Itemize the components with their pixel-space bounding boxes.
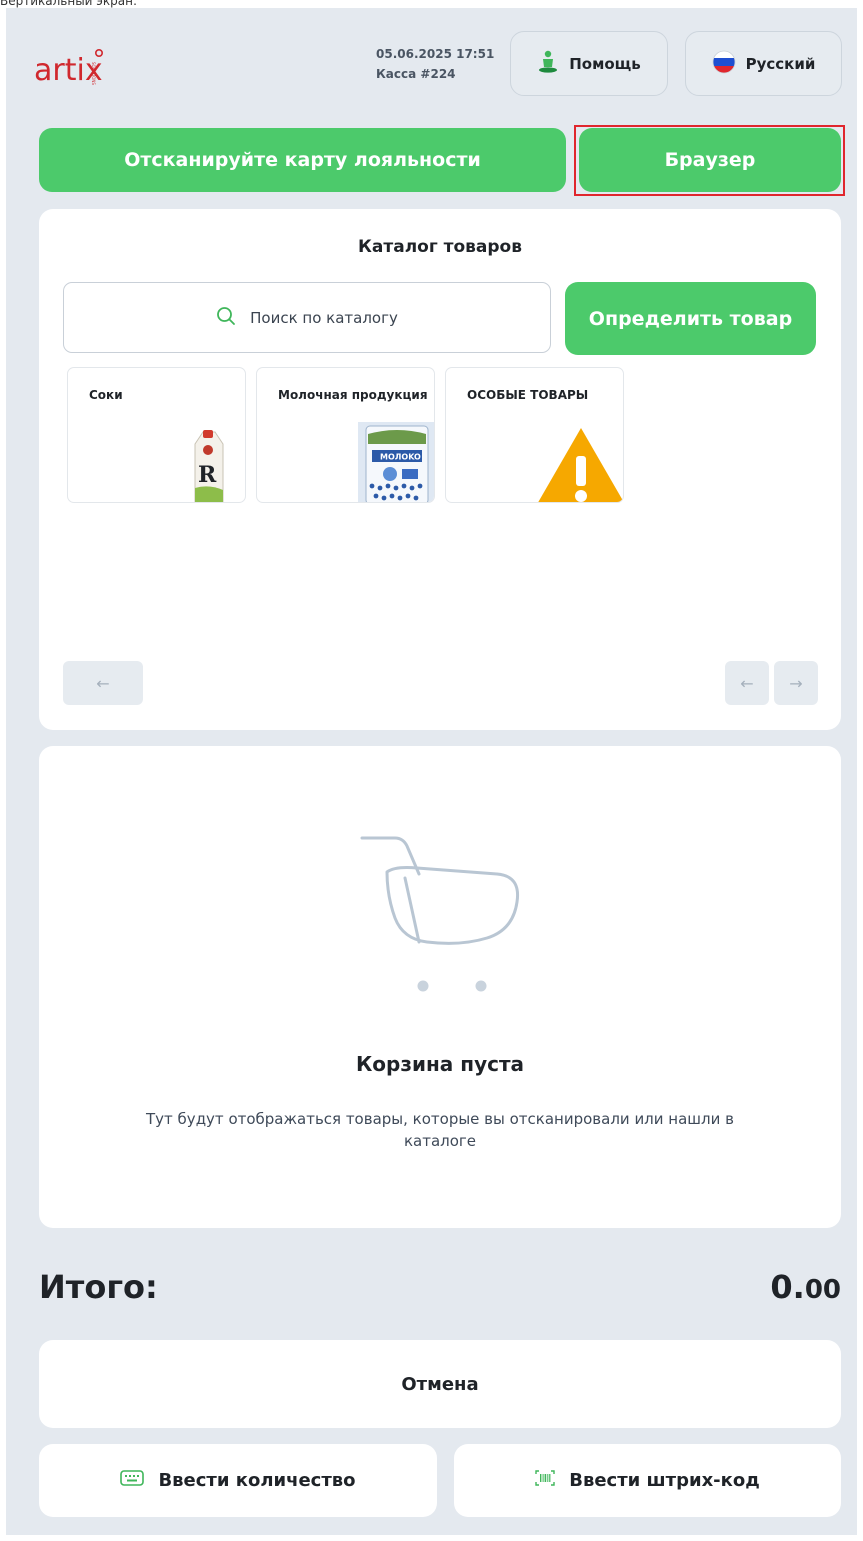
total-amount-main: 0. [770, 1268, 805, 1306]
total-amount: 0.00 [770, 1268, 841, 1306]
catalog-search-input[interactable]: Поиск по каталогу [63, 282, 551, 353]
keyboard-icon [120, 1470, 145, 1491]
quantity-label: Ввести количество [158, 1470, 356, 1491]
cart-panel: Корзина пуста Тут будут отображаться тов… [39, 746, 841, 1228]
register-text: Касса #224 [376, 67, 456, 81]
browser-label: Браузер [664, 149, 756, 171]
total-amount-cents: 00 [804, 1275, 841, 1305]
barcode-icon [535, 1470, 555, 1491]
datetime-text: 05.06.2025 17:51 [376, 47, 495, 61]
category-tile-dairy[interactable]: Молочная продукция MOЛOKO [256, 367, 435, 503]
catalog-title: Каталог товаров [358, 237, 522, 257]
cart-empty-title: Корзина пуста [355, 1052, 525, 1076]
catalog-back-button[interactable]: ← [63, 661, 143, 705]
catalog-panel: Каталог товаров Поиск по каталогу Опреде… [39, 209, 841, 730]
total-label: Итого: [39, 1268, 158, 1306]
cancel-button[interactable]: Отмена [39, 1340, 841, 1428]
enter-quantity-button[interactable]: Ввести количество [39, 1444, 437, 1517]
page-prev-button[interactable]: ← [725, 661, 769, 705]
logo-subtitle: SOLUTIONS [91, 62, 96, 85]
scan-loyalty-card-button[interactable]: Отсканируйте карту лояльности [39, 128, 566, 192]
identify-label: Определить товар [588, 307, 793, 330]
milk-package-image: MOЛOKO [358, 422, 434, 502]
kiosk-screen: artix SOLUTIONS 05.06.2025 17:51 Касса #… [6, 8, 857, 1535]
screen-caption: Вертикальный экран: [0, 0, 137, 8]
svg-text:R: R [198, 462, 217, 488]
assistant-icon [537, 50, 559, 78]
artix-logo: artix SOLUTIONS [34, 45, 134, 95]
russian-flag-icon [712, 50, 736, 78]
search-placeholder: Поиск по каталогу [250, 308, 398, 327]
category-label: Молочная продукция [278, 388, 428, 402]
datetime-block: 05.06.2025 17:51 Касса #224 [376, 44, 508, 84]
arrow-left-icon: ← [96, 673, 110, 693]
language-label: Русский [745, 54, 816, 73]
cancel-label: Отмена [401, 1373, 479, 1395]
arrow-right-icon: → [789, 673, 803, 693]
category-tile-special[interactable]: ОСОБЫЕ ТОВАРЫ [445, 367, 624, 503]
page-next-button[interactable]: → [774, 661, 818, 705]
browser-button[interactable]: Браузер [579, 128, 841, 192]
help-button[interactable]: Помощь [510, 31, 668, 96]
barcode-label: Ввести штрих-код [569, 1470, 760, 1491]
enter-barcode-button[interactable]: Ввести штрих-код [454, 1444, 841, 1517]
category-tile-juices[interactable]: Соки R [67, 367, 246, 503]
identify-product-button[interactable]: Определить товар [565, 282, 816, 355]
language-button[interactable]: Русский [685, 31, 842, 96]
svg-text:MOЛOKO: MOЛOKO [380, 453, 421, 462]
empty-cart-icon [357, 832, 527, 992]
search-icon [216, 306, 236, 330]
warning-triangle-icon [536, 426, 623, 502]
cart-empty-description: Тут будут отображаться товары, которые в… [146, 1110, 734, 1150]
loyalty-label: Отсканируйте карту лояльности [124, 149, 481, 171]
category-label: Соки [89, 388, 123, 402]
juice-carton-image: R [189, 430, 229, 502]
arrow-left-icon: ← [740, 673, 754, 693]
help-label: Помощь [569, 54, 641, 73]
category-label: ОСОБЫЕ ТОВАРЫ [467, 388, 589, 402]
